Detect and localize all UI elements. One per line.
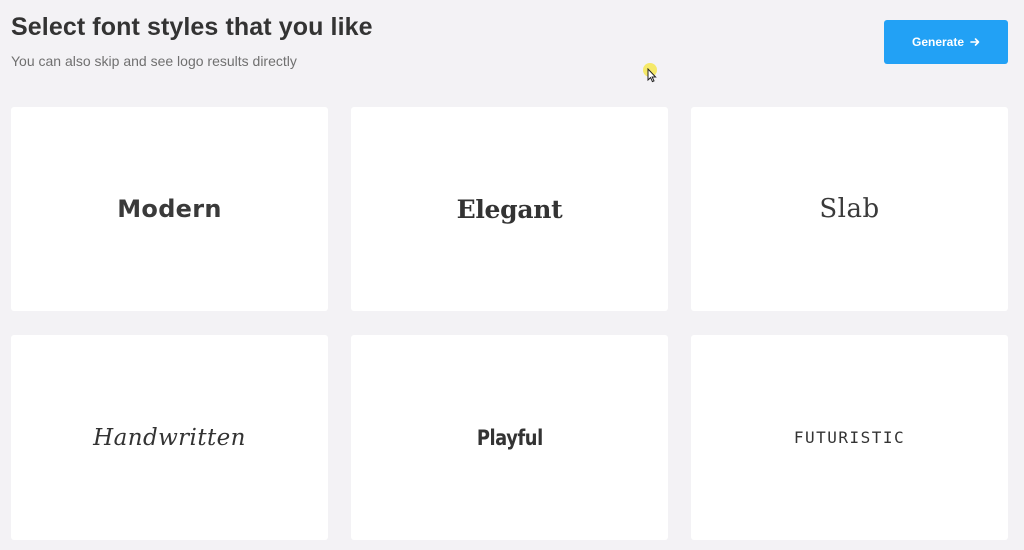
- font-card-label: Slab: [819, 194, 880, 224]
- page-title: Select font styles that you like: [11, 13, 373, 41]
- font-card-handwritten[interactable]: Handwritten: [11, 335, 328, 540]
- font-card-label: Playful: [476, 425, 543, 450]
- mouse-pointer-icon: [647, 67, 657, 88]
- font-card-label: Handwritten: [93, 424, 246, 451]
- font-card-label: Elegant: [456, 194, 563, 224]
- font-card-playful[interactable]: Playful: [351, 335, 668, 540]
- font-card-modern[interactable]: Modern: [11, 107, 328, 311]
- arrow-right-icon: [970, 37, 980, 47]
- font-card-elegant[interactable]: Elegant: [351, 107, 668, 311]
- font-card-label: FUTURISTIC: [793, 428, 906, 447]
- page-subtitle: You can also skip and see logo results d…: [11, 53, 297, 69]
- generate-button[interactable]: Generate: [884, 20, 1008, 64]
- font-card-label: Modern: [117, 195, 222, 223]
- font-card-slab[interactable]: Slab: [691, 107, 1008, 311]
- font-card-futuristic[interactable]: FUTURISTIC: [691, 335, 1008, 540]
- generate-button-label: Generate: [911, 35, 965, 49]
- header: Select font styles that you like You can…: [11, 12, 373, 70]
